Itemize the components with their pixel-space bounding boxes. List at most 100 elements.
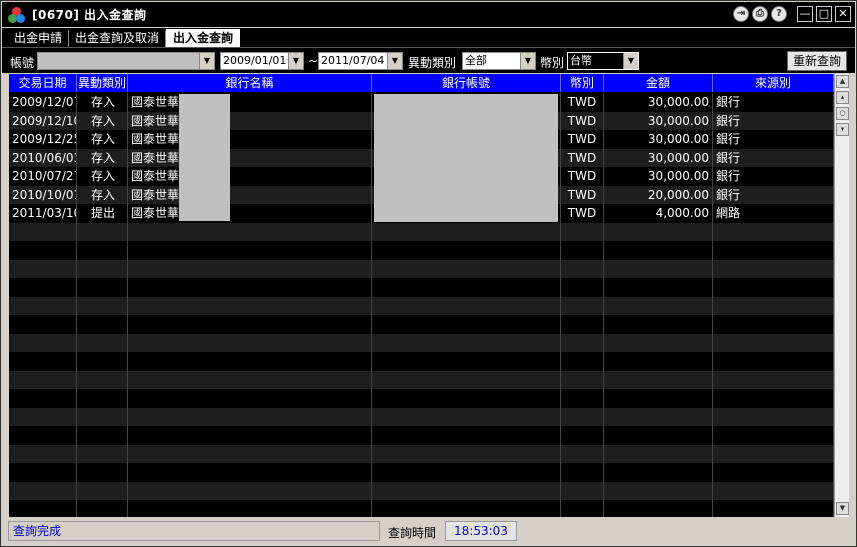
cell-account: [372, 444, 561, 463]
date-from-picker[interactable]: 2009/01/01 ▼: [220, 52, 304, 70]
table-row[interactable]: [9, 278, 834, 297]
cell-bank: 國泰世華: [128, 93, 372, 112]
cell-amount: [604, 333, 713, 352]
tab-withdraw-query-cancel[interactable]: 出金查詢及取消: [69, 30, 167, 47]
table-row[interactable]: [9, 407, 834, 426]
export-icon[interactable]: ⇥: [733, 6, 749, 22]
scroll-up-icon[interactable]: ▴: [836, 91, 849, 104]
table-row[interactable]: [9, 352, 834, 371]
date-to-picker[interactable]: 2011/07/04 ▼: [318, 52, 403, 70]
window-title: [0670] 出入金查詢: [32, 8, 147, 22]
cell-account: [372, 296, 561, 315]
table-row[interactable]: [9, 389, 834, 408]
tab-bar: 出金申請 出金查詢及取消 出入金查詢: [2, 28, 855, 47]
cell-type: [77, 333, 128, 352]
cell-type: 提出: [77, 204, 128, 223]
type-label: 異動類別: [408, 56, 457, 70]
table-row[interactable]: [9, 241, 834, 260]
cell-type: [77, 444, 128, 463]
table-row[interactable]: [9, 296, 834, 315]
scroll-down-icon[interactable]: ▾: [836, 123, 849, 136]
chevron-down-icon[interactable]: ▼: [288, 53, 303, 69]
cell-currency: [561, 370, 604, 389]
cell-amount: 4,000.00: [604, 204, 713, 223]
cell-type: 存入: [77, 185, 128, 204]
table-row[interactable]: [9, 426, 834, 445]
table-row[interactable]: [9, 222, 834, 241]
cell-date: [9, 222, 77, 241]
cell-bank: [128, 444, 372, 463]
cell-amount: [604, 481, 713, 500]
cell-type: [77, 315, 128, 334]
cell-type: [77, 389, 128, 408]
cell-amount: [604, 278, 713, 297]
print-icon[interactable]: ⎙: [752, 6, 768, 22]
table-row[interactable]: [9, 481, 834, 500]
refresh-query-button[interactable]: 重新查詢: [787, 51, 847, 71]
cell-amount: 30,000.00: [604, 130, 713, 149]
cell-date: [9, 259, 77, 278]
table-row[interactable]: [9, 444, 834, 463]
cell-type: 存入: [77, 167, 128, 186]
cell-source: [713, 481, 834, 500]
cell-currency: [561, 352, 604, 371]
cell-currency: TWD: [561, 148, 604, 167]
table-row[interactable]: [9, 259, 834, 278]
maximize-icon[interactable]: □: [816, 6, 832, 22]
cell-currency: TWD: [561, 204, 604, 223]
tab-withdraw-request[interactable]: 出金申請: [8, 30, 70, 47]
type-select[interactable]: 全部 ▼: [462, 52, 536, 70]
cell-bank: [128, 296, 372, 315]
tab-deposit-withdraw-query[interactable]: 出入金查詢: [166, 29, 241, 47]
cell-currency: [561, 481, 604, 500]
cell-amount: [604, 296, 713, 315]
chevron-down-icon[interactable]: ▼: [520, 53, 535, 69]
currency-select[interactable]: 台幣 ▼: [567, 52, 639, 70]
scroll-bottom-icon[interactable]: ▼: [836, 502, 849, 515]
cell-source: [713, 463, 834, 482]
chevron-down-icon[interactable]: ▼: [623, 53, 638, 69]
account-select[interactable]: ▼: [37, 52, 215, 70]
cell-amount: [604, 426, 713, 445]
cell-currency: [561, 259, 604, 278]
scroll-top-icon[interactable]: ▲: [836, 75, 849, 88]
cell-type: [77, 481, 128, 500]
col-header-date[interactable]: 交易日期: [9, 74, 77, 92]
redaction-block: [374, 94, 558, 222]
cell-bank: 國泰世華: [128, 185, 372, 204]
cell-source: [713, 333, 834, 352]
title-bar[interactable]: [0670] 出入金查詢 ⇥ ⎙ ? — □ ✕: [2, 2, 855, 27]
table-row[interactable]: [9, 370, 834, 389]
table-row[interactable]: [9, 463, 834, 482]
cell-type: 存入: [77, 111, 128, 130]
cell-amount: 30,000.00: [604, 111, 713, 130]
cell-amount: [604, 444, 713, 463]
col-header-amount[interactable]: 金額: [604, 74, 713, 92]
col-header-account[interactable]: 銀行帳號: [372, 74, 561, 92]
col-header-type[interactable]: 異動類別: [77, 74, 128, 92]
cell-type: [77, 352, 128, 371]
cell-source: 銀行: [713, 130, 834, 149]
col-header-currency[interactable]: 幣別: [561, 74, 604, 92]
cell-source: 銀行: [713, 148, 834, 167]
chevron-down-icon[interactable]: ▼: [199, 53, 214, 69]
minimize-icon[interactable]: —: [797, 6, 813, 22]
vertical-scrollbar[interactable]: ▲ ▴ ○ ▾ ▼: [834, 74, 849, 517]
table-row[interactable]: [9, 333, 834, 352]
scroll-home-icon[interactable]: ○: [836, 107, 849, 120]
close-icon[interactable]: ✕: [835, 6, 851, 22]
col-header-bank[interactable]: 銀行名稱: [128, 74, 372, 92]
cell-bank: [128, 426, 372, 445]
col-header-source[interactable]: 來源別: [713, 74, 834, 92]
cell-currency: [561, 407, 604, 426]
cell-amount: 30,000.00: [604, 93, 713, 112]
table-row[interactable]: [9, 500, 834, 517]
cell-type: [77, 222, 128, 241]
cell-source: [713, 278, 834, 297]
cell-date: [9, 315, 77, 334]
table-row[interactable]: [9, 315, 834, 334]
cell-currency: TWD: [561, 185, 604, 204]
cell-type: [77, 241, 128, 260]
help-icon[interactable]: ?: [771, 6, 787, 22]
chevron-down-icon[interactable]: ▼: [387, 53, 402, 69]
